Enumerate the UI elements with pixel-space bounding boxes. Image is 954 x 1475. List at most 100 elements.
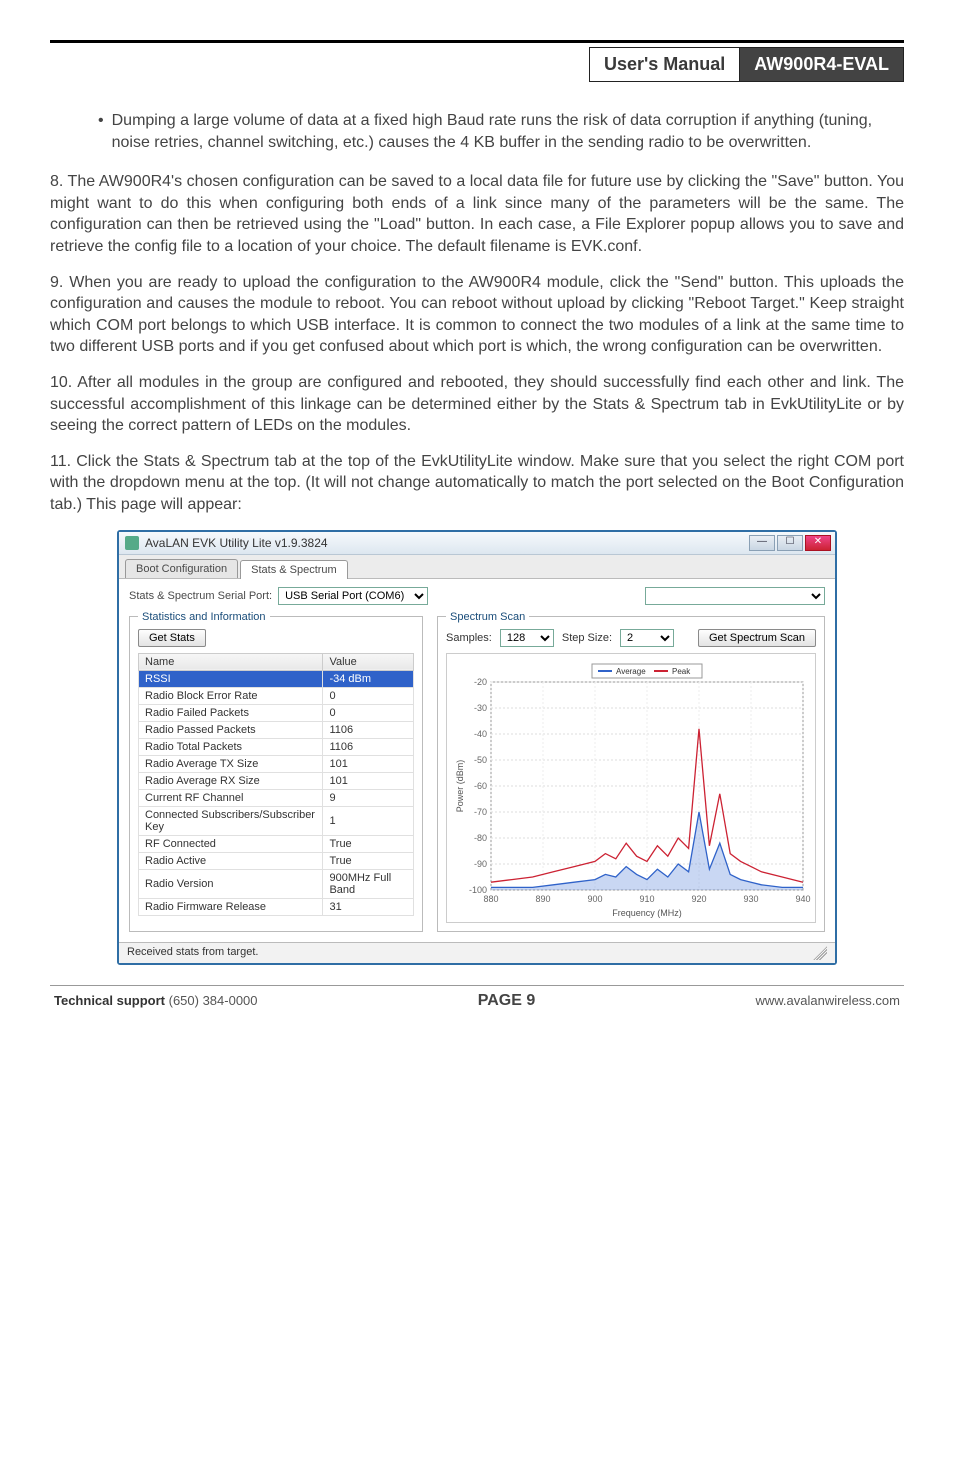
header-bar: User's Manual AW900R4-EVAL xyxy=(50,47,904,82)
svg-text:Power (dBm): Power (dBm) xyxy=(455,759,465,812)
stats-legend: Statistics and Information xyxy=(138,611,270,623)
close-button[interactable]: ✕ xyxy=(805,535,831,551)
tab-stats-spectrum[interactable]: Stats & Spectrum xyxy=(240,560,348,579)
bullet-item: • Dumping a large volume of data at a fi… xyxy=(98,110,904,153)
tab-boot-configuration[interactable]: Boot Configuration xyxy=(125,559,238,578)
step-select[interactable]: 2 xyxy=(620,629,674,647)
spectrum-panel: Spectrum Scan Samples: 128 Step Size: 2 … xyxy=(437,611,825,932)
col-name[interactable]: Name xyxy=(139,653,323,670)
stat-value: True xyxy=(323,835,414,852)
header-model-label: AW900R4-EVAL xyxy=(740,47,904,82)
table-row[interactable]: RSSI-34 dBm xyxy=(139,670,414,687)
svg-text:-60: -60 xyxy=(474,781,487,791)
svg-text:890: 890 xyxy=(535,894,550,904)
stat-name: Radio Average TX Size xyxy=(139,755,323,772)
table-row[interactable]: Radio Failed Packets0 xyxy=(139,704,414,721)
header-manual-label: User's Manual xyxy=(589,47,740,82)
table-row[interactable]: Radio Passed Packets1106 xyxy=(139,721,414,738)
maximize-button[interactable]: ☐ xyxy=(777,535,803,551)
footer-url: www.avalanwireless.com xyxy=(755,993,900,1008)
get-spectrum-button[interactable]: Get Spectrum Scan xyxy=(698,629,816,647)
spectrum-legend: Spectrum Scan xyxy=(446,611,529,623)
stat-name: Current RF Channel xyxy=(139,789,323,806)
stat-name: RF Connected xyxy=(139,835,323,852)
table-row[interactable]: Radio Version900MHz Full Band xyxy=(139,869,414,898)
svg-text:Frequency (MHz): Frequency (MHz) xyxy=(612,908,682,918)
stat-name: Connected Subscribers/Subscriber Key xyxy=(139,806,323,835)
stat-name: Radio Failed Packets xyxy=(139,704,323,721)
svg-text:930: 930 xyxy=(743,894,758,904)
svg-text:-50: -50 xyxy=(474,755,487,765)
paragraph-9: 9. When you are ready to upload the conf… xyxy=(50,272,904,358)
stat-value: 101 xyxy=(323,772,414,789)
stat-value: 31 xyxy=(323,898,414,915)
footer-rule xyxy=(50,985,904,986)
footer: Technical support (650) 384-0000 PAGE 9 … xyxy=(50,992,904,1030)
svg-text:900: 900 xyxy=(587,894,602,904)
stat-value: 9 xyxy=(323,789,414,806)
stat-name: Radio Block Error Rate xyxy=(139,687,323,704)
titlebar: AvaLAN EVK Utility Lite v1.9.3824 — ☐ ✕ xyxy=(119,532,835,555)
svg-text:-20: -20 xyxy=(474,677,487,687)
svg-text:Average: Average xyxy=(616,667,646,676)
table-row[interactable]: Current RF Channel9 xyxy=(139,789,414,806)
svg-text:-80: -80 xyxy=(474,833,487,843)
svg-text:-30: -30 xyxy=(474,703,487,713)
stat-value: 0 xyxy=(323,687,414,704)
app-window: AvaLAN EVK Utility Lite v1.9.3824 — ☐ ✕ … xyxy=(117,530,837,965)
status-bar: Received stats from target. xyxy=(119,942,835,963)
table-row[interactable]: Radio Average RX Size101 xyxy=(139,772,414,789)
svg-text:-40: -40 xyxy=(474,729,487,739)
table-row[interactable]: Radio Firmware Release31 xyxy=(139,898,414,915)
minimize-button[interactable]: — xyxy=(749,535,775,551)
table-row[interactable]: Radio ActiveTrue xyxy=(139,852,414,869)
col-value[interactable]: Value xyxy=(323,653,414,670)
stat-name: Radio Active xyxy=(139,852,323,869)
footer-support: Technical support (650) 384-0000 xyxy=(54,993,258,1008)
app-icon xyxy=(125,536,139,550)
stat-value: True xyxy=(323,852,414,869)
window-title: AvaLAN EVK Utility Lite v1.9.3824 xyxy=(145,536,328,550)
samples-select[interactable]: 128 xyxy=(500,629,554,647)
spectrum-chart: -20-30-40-50-60-70-80-90-100880890900910… xyxy=(446,653,816,923)
stat-value: 1 xyxy=(323,806,414,835)
paragraph-11: 11. Click the Stats & Spectrum tab at th… xyxy=(50,451,904,516)
header-rule xyxy=(50,40,904,43)
table-row[interactable]: RF ConnectedTrue xyxy=(139,835,414,852)
samples-label: Samples: xyxy=(446,632,492,644)
stats-panel: Statistics and Information Get Stats Nam… xyxy=(129,611,423,932)
stat-value: 0 xyxy=(323,704,414,721)
svg-text:-70: -70 xyxy=(474,807,487,817)
stat-value: 101 xyxy=(323,755,414,772)
stat-name: Radio Passed Packets xyxy=(139,721,323,738)
bullet-dot-icon: • xyxy=(98,110,104,153)
table-row[interactable]: Radio Total Packets1106 xyxy=(139,738,414,755)
serial-port-label: Stats & Spectrum Serial Port: xyxy=(129,590,272,602)
footer-page: PAGE 9 xyxy=(478,992,536,1010)
stat-name: RSSI xyxy=(139,670,323,687)
stat-value: -34 dBm xyxy=(323,670,414,687)
step-label: Step Size: xyxy=(562,632,612,644)
resize-grip-icon[interactable] xyxy=(813,946,827,960)
stat-name: Radio Firmware Release xyxy=(139,898,323,915)
table-row[interactable]: Connected Subscribers/Subscriber Key1 xyxy=(139,806,414,835)
get-stats-button[interactable]: Get Stats xyxy=(138,629,206,647)
secondary-select[interactable] xyxy=(645,587,825,605)
paragraph-8: 8. The AW900R4's chosen configuration ca… xyxy=(50,171,904,257)
stat-value: 1106 xyxy=(323,721,414,738)
stat-value: 1106 xyxy=(323,738,414,755)
svg-text:880: 880 xyxy=(483,894,498,904)
stat-name: Radio Version xyxy=(139,869,323,898)
table-row[interactable]: Radio Block Error Rate0 xyxy=(139,687,414,704)
stat-name: Radio Total Packets xyxy=(139,738,323,755)
serial-port-select[interactable]: USB Serial Port (COM6) xyxy=(278,587,428,605)
tab-row: Boot Configuration Stats & Spectrum xyxy=(119,555,835,579)
svg-text:940: 940 xyxy=(795,894,810,904)
svg-text:910: 910 xyxy=(639,894,654,904)
svg-text:920: 920 xyxy=(691,894,706,904)
status-text: Received stats from target. xyxy=(127,946,258,960)
stat-name: Radio Average RX Size xyxy=(139,772,323,789)
table-row[interactable]: Radio Average TX Size101 xyxy=(139,755,414,772)
svg-text:-90: -90 xyxy=(474,859,487,869)
paragraph-10: 10. After all modules in the group are c… xyxy=(50,372,904,437)
